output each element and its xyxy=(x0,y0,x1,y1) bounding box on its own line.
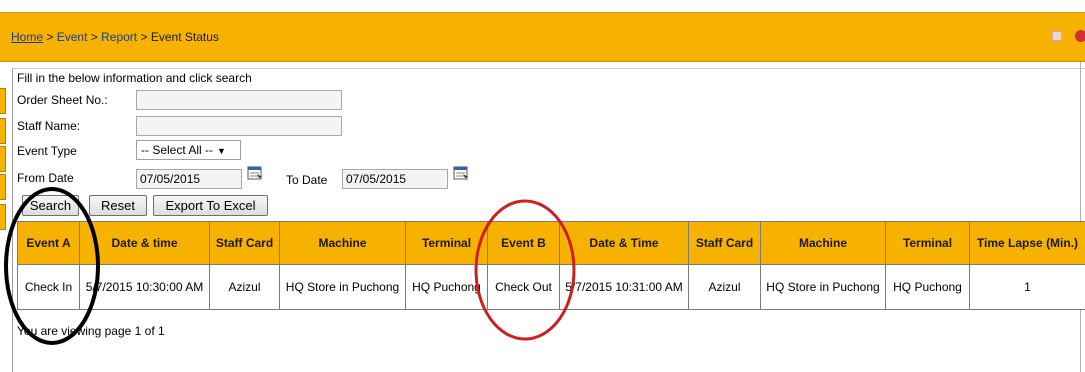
left-rail-tab[interactable] xyxy=(0,174,6,200)
table-cell: Azizul xyxy=(209,264,280,310)
table-row: Check In 5/7/2015 10:30:00 AM Azizul HQ … xyxy=(17,264,1085,310)
order-sheet-input[interactable] xyxy=(136,90,342,110)
search-panel xyxy=(12,68,1085,372)
column-header[interactable]: Event A xyxy=(17,221,80,265)
table-header-row: Event A Date & time Staff Card Machine T… xyxy=(17,221,1085,265)
order-sheet-label: Order Sheet No.: xyxy=(17,93,108,107)
table-cell: 5/7/2015 10:31:00 AM xyxy=(559,264,689,310)
to-date-label: To Date xyxy=(286,173,328,187)
table-cell: HQ Puchong xyxy=(885,264,970,310)
left-rail-tab[interactable] xyxy=(0,118,6,144)
event-type-selected: -- Select All -- xyxy=(141,143,214,157)
reset-button[interactable]: Reset xyxy=(89,195,147,216)
dropdown-arrow-icon: ▼ xyxy=(217,146,226,156)
table-cell: HQ Store in Puchong xyxy=(279,264,406,310)
event-type-select[interactable]: -- Select All -- ▼ xyxy=(136,140,241,160)
column-header[interactable]: Event B xyxy=(487,221,560,265)
table-cell: Azizul xyxy=(688,264,761,310)
column-header[interactable]: Staff Card xyxy=(688,221,761,265)
column-header[interactable]: Terminal xyxy=(885,221,970,265)
table-cell: HQ Store in Puchong xyxy=(760,264,886,310)
search-button[interactable]: Search xyxy=(22,195,79,216)
left-rail-tab[interactable] xyxy=(0,146,6,172)
event-status-table: Event A Date & time Staff Card Machine T… xyxy=(17,221,1085,310)
calendar-icon[interactable] xyxy=(247,165,263,181)
breadcrumb-home-link[interactable]: Home xyxy=(11,30,43,44)
divider xyxy=(1080,62,1081,372)
table-cell: 5/7/2015 10:30:00 AM xyxy=(79,264,210,310)
table-cell: HQ Puchong xyxy=(405,264,488,310)
window-icon[interactable] xyxy=(1052,31,1062,41)
form-instruction: Fill in the below information and click … xyxy=(17,71,252,85)
column-header[interactable]: Terminal xyxy=(405,221,488,265)
event-type-label: Event Type xyxy=(17,144,77,158)
export-excel-button[interactable]: Export To Excel xyxy=(153,195,268,216)
breadcrumb: Home > Event > Report > Event Status xyxy=(11,30,219,44)
table-cell: 1 xyxy=(969,264,1085,310)
left-rail-tab[interactable] xyxy=(0,88,6,114)
column-header[interactable]: Time Lapse (Min.) xyxy=(969,221,1085,265)
table-cell: Check Out xyxy=(487,264,560,310)
to-date-input[interactable] xyxy=(342,169,448,189)
breadcrumb-separator: > xyxy=(140,30,148,44)
column-header[interactable]: Date & Time xyxy=(559,221,689,265)
column-header[interactable]: Date & time xyxy=(79,221,210,265)
column-header[interactable]: Machine xyxy=(279,221,406,265)
calendar-icon[interactable] xyxy=(453,165,469,181)
from-date-label: From Date xyxy=(17,171,74,185)
close-icon[interactable] xyxy=(1075,30,1085,42)
from-date-input[interactable] xyxy=(136,169,242,189)
page: Home > Event > Report > Event Status Fil… xyxy=(0,0,1085,372)
left-rail-tab[interactable] xyxy=(0,204,6,230)
staff-name-label: Staff Name: xyxy=(17,119,81,133)
breadcrumb-separator: > xyxy=(46,30,54,44)
pager-text: You are viewing page 1 of 1 xyxy=(17,324,165,338)
table-cell: Check In xyxy=(17,264,80,310)
breadcrumb-separator: > xyxy=(90,30,98,44)
column-header[interactable]: Machine xyxy=(760,221,886,265)
breadcrumb-report-link[interactable]: Report xyxy=(101,30,137,44)
breadcrumb-event-link[interactable]: Event xyxy=(57,30,88,44)
breadcrumb-current: Event Status xyxy=(150,30,219,44)
column-header[interactable]: Staff Card xyxy=(209,221,280,265)
staff-name-input[interactable] xyxy=(136,116,342,136)
header-bar: Home > Event > Report > Event Status xyxy=(0,12,1085,62)
